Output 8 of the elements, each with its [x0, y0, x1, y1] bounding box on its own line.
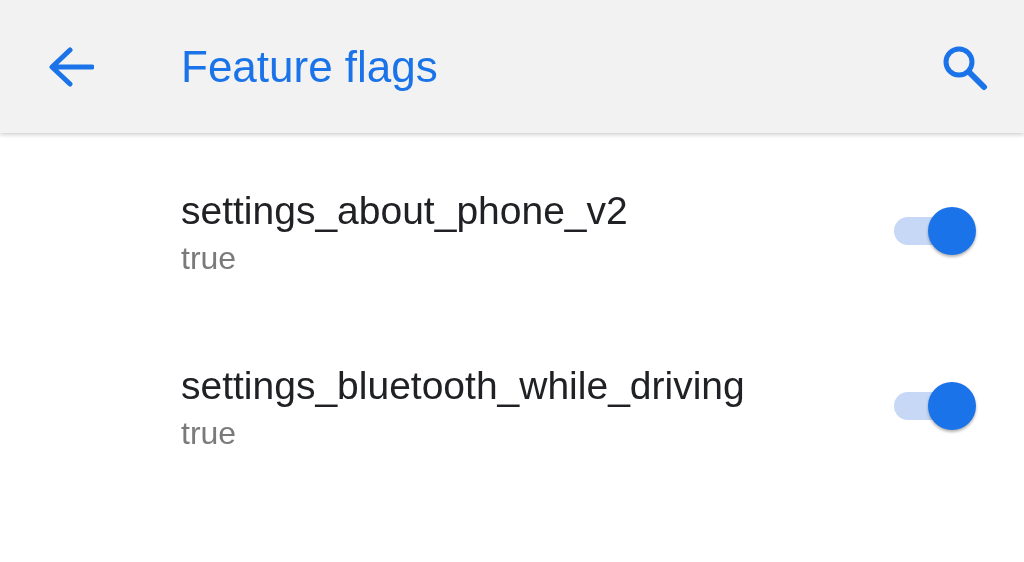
flag-name: settings_bluetooth_while_driving	[181, 363, 746, 409]
flag-name: settings_about_phone_v2	[181, 188, 629, 234]
back-arrow-icon[interactable]	[48, 46, 94, 87]
flag-value: true	[181, 414, 238, 453]
screen-title: Feature flags	[181, 44, 439, 89]
toggle-switch[interactable]	[892, 380, 976, 431]
toggle-switch[interactable]	[892, 205, 976, 256]
flag-value: true	[181, 239, 238, 278]
